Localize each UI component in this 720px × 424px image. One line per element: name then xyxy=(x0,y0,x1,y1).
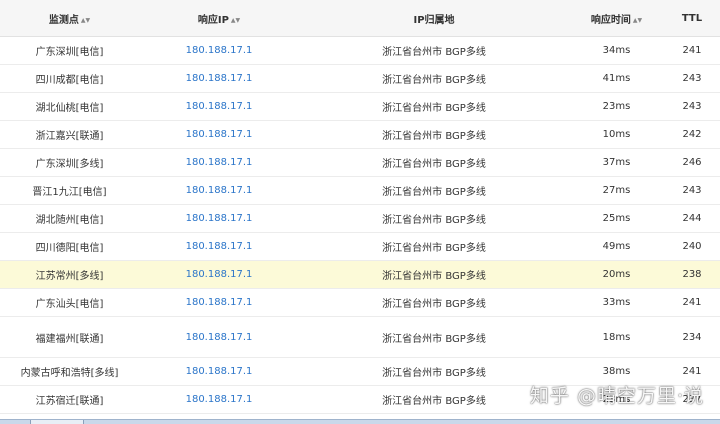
cell-response-time: 27ms xyxy=(569,176,664,205)
cell-region: 浙江省台州市 BGP多线 xyxy=(299,288,569,317)
cell-ttl: 238 xyxy=(664,260,720,289)
sort-icon: ▲▼ xyxy=(230,16,241,24)
cell-location: 广东深圳[多线] xyxy=(0,148,139,177)
cell-ttl: 243 xyxy=(664,176,720,205)
cell-ip-link[interactable]: 180.188.17.1 xyxy=(139,204,299,233)
cell-ip-link[interactable]: 180.188.17.1 xyxy=(139,232,299,261)
cell-response-time: 20ms xyxy=(569,260,664,289)
cell-location: 福建福州[联通] xyxy=(0,316,139,358)
cell-location: 江苏常州[多线] xyxy=(0,260,139,289)
header-row: 监测点 ▲▼ 响应IP ▲▼ IP归属地 响应时间 ▲▼ TTL xyxy=(0,0,720,37)
table-row[interactable]: 广东汕头[电信] 180.188.17.1 浙江省台州市 BGP多线 33ms 241 xyxy=(0,288,720,317)
sort-icon: ▲▼ xyxy=(632,16,643,24)
header-label: IP归属地 xyxy=(413,14,455,26)
header-ip-location: IP归属地 xyxy=(299,0,569,37)
cell-ip-link[interactable]: 180.188.17.1 xyxy=(139,176,299,205)
cell-ttl: 240 xyxy=(664,232,720,261)
cell-region: 浙江省台州市 BGP多线 xyxy=(299,148,569,177)
table-row[interactable]: 晋江1九江[电信] 180.188.17.1 浙江省台州市 BGP多线 27ms 243 xyxy=(0,176,720,205)
cell-region: 浙江省台州市 BGP多线 xyxy=(299,316,569,358)
cell-ttl: 241 xyxy=(664,36,720,65)
header-ttl: TTL xyxy=(664,0,720,37)
cell-ip-link[interactable]: 180.188.17.1 xyxy=(139,36,299,65)
cell-ip-link[interactable]: 180.188.17.1 xyxy=(139,357,299,386)
cell-location: 江苏宿迁[联通] xyxy=(0,385,139,414)
cell-location: 浙江嘉兴[联通] xyxy=(0,120,139,149)
page: 监测点 ▲▼ 响应IP ▲▼ IP归属地 响应时间 ▲▼ TTL 广东深圳[电信] 18… xyxy=(0,0,720,424)
cell-response-time: 33ms xyxy=(569,288,664,317)
cell-region: 浙江省台州市 BGP多线 xyxy=(299,232,569,261)
cell-region: 浙江省台州市 BGP多线 xyxy=(299,64,569,93)
taskbar xyxy=(0,419,720,424)
cell-response-time: 18ms xyxy=(569,316,664,358)
cell-ip-link[interactable]: 180.188.17.1 xyxy=(139,260,299,289)
cell-region: 浙江省台州市 BGP多线 xyxy=(299,36,569,65)
cell-response-time: 25ms xyxy=(569,204,664,233)
header-label: 响应时间 xyxy=(590,14,631,26)
cell-region: 浙江省台州市 BGP多线 xyxy=(299,204,569,233)
table-row[interactable]: 江苏常州[多线] 180.188.17.1 浙江省台州市 BGP多线 20ms 238 xyxy=(0,260,720,289)
cell-response-time: 10ms xyxy=(569,120,664,149)
cell-ttl: 234 xyxy=(664,316,720,358)
table-row[interactable]: 广东深圳[多线] 180.188.17.1 浙江省台州市 BGP多线 37ms 246 xyxy=(0,148,720,177)
monitor-table: 监测点 ▲▼ 响应IP ▲▼ IP归属地 响应时间 ▲▼ TTL 广东深圳[电信] 18… xyxy=(0,0,720,414)
cell-location: 湖北随州[电信] xyxy=(0,204,139,233)
cell-region: 浙江省台州市 BGP多线 xyxy=(299,260,569,289)
cell-response-time: 37ms xyxy=(569,148,664,177)
table-row[interactable]: 湖北随州[电信] 180.188.17.1 浙江省台州市 BGP多线 25ms 244 xyxy=(0,204,720,233)
table-row[interactable]: 福建福州[联通] 180.188.17.1 浙江省台州市 BGP多线 18ms 234 xyxy=(0,316,720,358)
cell-ip-link[interactable]: 180.188.17.1 xyxy=(139,148,299,177)
cell-ttl: 242 xyxy=(664,120,720,149)
watermark: 知乎 @晴空万里·说 xyxy=(529,385,704,407)
header-label: 响应IP xyxy=(197,14,229,26)
table-header: 监测点 ▲▼ 响应IP ▲▼ IP归属地 响应时间 ▲▼ TTL xyxy=(0,0,720,37)
table-row[interactable]: 四川德阳[电信] 180.188.17.1 浙江省台州市 BGP多线 49ms 240 xyxy=(0,232,720,261)
header-response-ip[interactable]: 响应IP ▲▼ xyxy=(139,0,299,37)
cell-location: 内蒙古呼和浩特[多线] xyxy=(0,357,139,386)
cell-location: 广东深圳[电信] xyxy=(0,36,139,65)
header-monitor-point[interactable]: 监测点 ▲▼ xyxy=(0,0,139,37)
header-response-time[interactable]: 响应时间 ▲▼ xyxy=(569,0,664,37)
cell-ip-link[interactable]: 180.188.17.1 xyxy=(139,316,299,358)
table-row[interactable]: 四川成都[电信] 180.188.17.1 浙江省台州市 BGP多线 41ms 243 xyxy=(0,64,720,93)
cell-region: 浙江省台州市 BGP多线 xyxy=(299,385,569,414)
cell-region: 浙江省台州市 BGP多线 xyxy=(299,92,569,121)
cell-location: 四川德阳[电信] xyxy=(0,232,139,261)
cell-location: 湖北仙桃[电信] xyxy=(0,92,139,121)
cell-ip-link[interactable]: 180.188.17.1 xyxy=(139,120,299,149)
cell-location: 广东汕头[电信] xyxy=(0,288,139,317)
cell-ip-link[interactable]: 180.188.17.1 xyxy=(139,385,299,414)
cell-region: 浙江省台州市 BGP多线 xyxy=(299,120,569,149)
sort-icon: ▲▼ xyxy=(80,16,91,24)
cell-ttl: 243 xyxy=(664,92,720,121)
cell-region: 浙江省台州市 BGP多线 xyxy=(299,357,569,386)
cell-location: 四川成都[电信] xyxy=(0,64,139,93)
cell-ip-link[interactable]: 180.188.17.1 xyxy=(139,64,299,93)
cell-ttl: 241 xyxy=(664,288,720,317)
table-row[interactable]: 浙江嘉兴[联通] 180.188.17.1 浙江省台州市 BGP多线 10ms 242 xyxy=(0,120,720,149)
cell-location: 晋江1九江[电信] xyxy=(0,176,139,205)
cell-ip-link[interactable]: 180.188.17.1 xyxy=(139,92,299,121)
cell-ttl: 246 xyxy=(664,148,720,177)
cell-region: 浙江省台州市 BGP多线 xyxy=(299,176,569,205)
cell-response-time: 34ms xyxy=(569,36,664,65)
table-row[interactable]: 广东深圳[电信] 180.188.17.1 浙江省台州市 BGP多线 34ms 241 xyxy=(0,36,720,65)
cell-ip-link[interactable]: 180.188.17.1 xyxy=(139,288,299,317)
cell-response-time: 49ms xyxy=(569,232,664,261)
table-row[interactable]: 湖北仙桃[电信] 180.188.17.1 浙江省台州市 BGP多线 23ms 243 xyxy=(0,92,720,121)
header-label: 监测点 xyxy=(48,14,79,26)
taskbar-button[interactable] xyxy=(30,420,84,424)
header-label: TTL xyxy=(681,12,703,24)
cell-ttl: 244 xyxy=(664,204,720,233)
cell-response-time: 23ms xyxy=(569,92,664,121)
table-body: 广东深圳[电信] 180.188.17.1 浙江省台州市 BGP多线 34ms 241 四… xyxy=(0,36,720,414)
cell-response-time: 41ms xyxy=(569,64,664,93)
cell-ttl: 243 xyxy=(664,64,720,93)
